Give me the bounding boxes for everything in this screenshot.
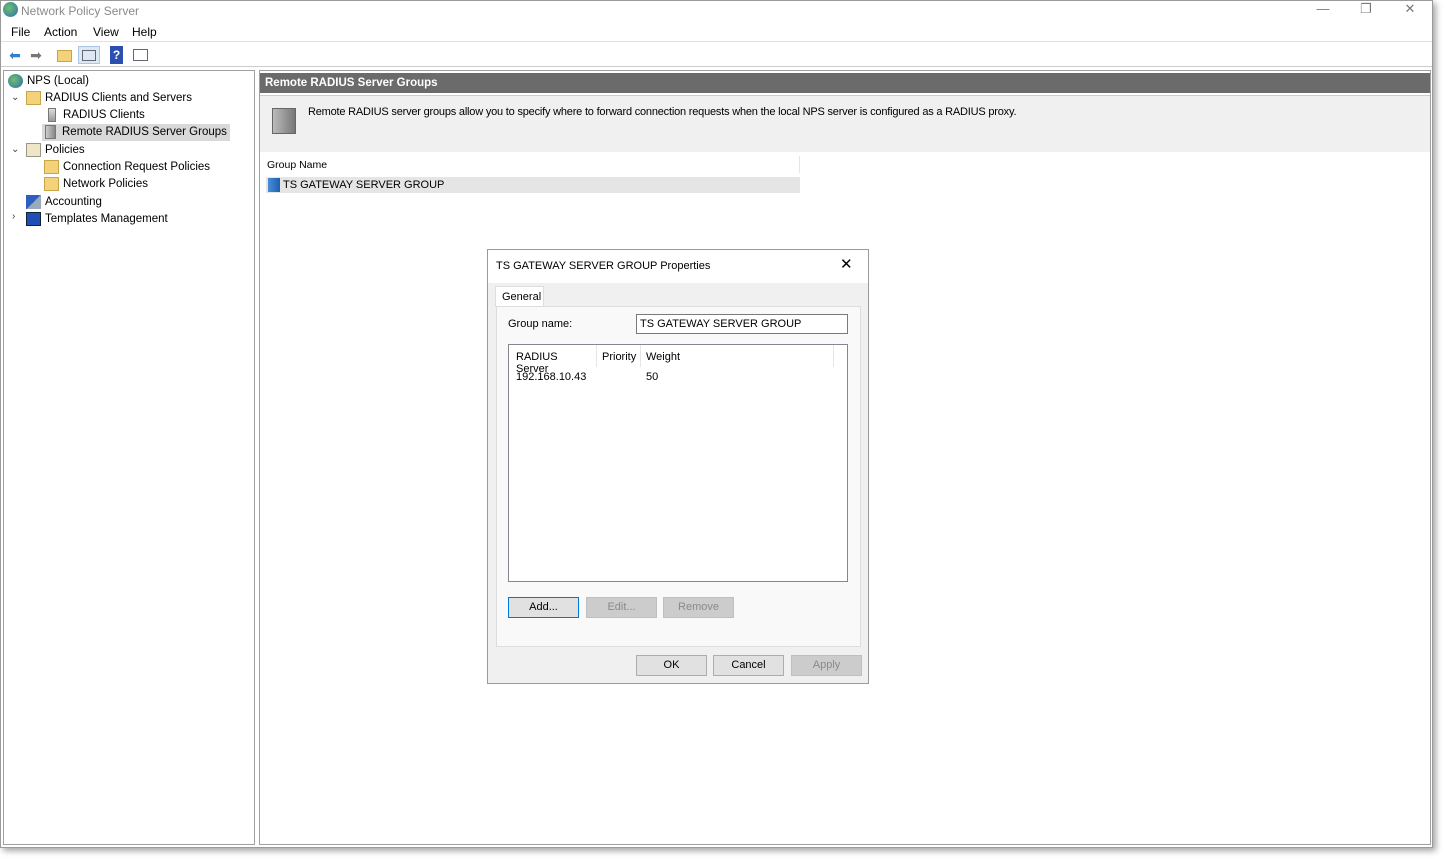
folder-icon <box>44 177 59 191</box>
back-icon[interactable]: ⬅ <box>6 46 24 64</box>
chevron-down-icon[interactable]: ⌄ <box>11 144 21 155</box>
policy-icon <box>26 143 41 157</box>
tree-item-label: Policies <box>45 144 85 156</box>
radius-server-list[interactable]: RADIUS Server Priority Weight 192.168.10… <box>508 344 848 582</box>
tab-panel: Group name: RADIUS Server Priority Weigh… <box>496 306 861 647</box>
dialog-close-button[interactable]: ✕ <box>840 255 853 273</box>
server-group-icon <box>45 125 56 139</box>
column-header-group-name[interactable]: Group Name <box>260 156 800 173</box>
tree-item-accounting[interactable]: Accounting <box>25 194 105 211</box>
tree-item-label: Templates Management <box>45 213 168 225</box>
column-radius-server[interactable]: RADIUS Server <box>509 345 597 375</box>
tree-item-label: Connection Request Policies <box>63 161 211 173</box>
folder-up-icon[interactable] <box>57 50 72 62</box>
menu-action[interactable]: Action <box>44 25 77 39</box>
minimize-button[interactable]: — <box>1301 1 1345 19</box>
server-group-icon <box>268 178 280 192</box>
close-button[interactable]: ✕ <box>1388 1 1432 19</box>
action-pane-icon[interactable] <box>131 46 149 64</box>
tree-item-label: Accounting <box>45 196 102 208</box>
group-name-label: Group name: <box>508 318 573 330</box>
window-title: Network Policy Server <box>21 4 140 18</box>
tab-general[interactable]: General <box>495 286 544 307</box>
tree-item-remote-radius-server-groups[interactable]: Remote RADIUS Server Groups <box>42 124 230 141</box>
menu-view[interactable]: View <box>93 25 119 39</box>
restore-button[interactable]: ❐ <box>1344 1 1388 19</box>
tree-item-templates-management[interactable]: Templates Management <box>25 211 171 228</box>
tree-item-radius-clients-and-servers[interactable]: RADIUS Clients and Servers <box>25 90 195 107</box>
dialog-titlebar: TS GATEWAY SERVER GROUP Properties ✕ <box>488 250 868 283</box>
column-weight[interactable]: Weight <box>641 345 834 367</box>
tree-item-policies[interactable]: Policies <box>25 142 88 159</box>
tree-item-label: RADIUS Clients <box>63 109 145 121</box>
group-name-input[interactable] <box>636 314 848 334</box>
add-button[interactable]: Add... <box>508 597 579 618</box>
chevron-right-icon[interactable]: › <box>12 211 22 222</box>
help-icon[interactable]: ? <box>110 46 123 64</box>
weight-cell: 50 <box>646 371 659 383</box>
ok-button[interactable]: OK <box>636 655 707 676</box>
tree-item-connection-request-policies[interactable]: Connection Request Policies <box>43 159 213 176</box>
tree-item-label: RADIUS Clients and Servers <box>45 92 192 104</box>
server-group-icon <box>272 108 296 134</box>
properties-dialog: TS GATEWAY SERVER GROUP Properties ✕ Gen… <box>487 249 869 684</box>
edit-button[interactable]: Edit... <box>586 597 657 618</box>
remove-button[interactable]: Remove <box>663 597 734 618</box>
accounting-icon <box>26 195 41 209</box>
server-cell[interactable]: 192.168.10.43 <box>516 371 586 383</box>
tree-item-nps-local[interactable]: NPS (Local) <box>7 73 92 90</box>
chevron-down-icon[interactable]: ⌄ <box>11 92 21 103</box>
group-name-cell: TS GATEWAY SERVER GROUP <box>283 179 445 191</box>
folder-icon <box>44 160 59 174</box>
globe-icon <box>8 74 23 88</box>
tree-item-radius-clients[interactable]: RADIUS Clients <box>43 107 148 124</box>
console-tree-icon[interactable] <box>78 46 100 64</box>
tree-item-label: Network Policies <box>63 178 148 190</box>
pane-header: Remote RADIUS Server Groups <box>260 73 1430 93</box>
nps-app-icon <box>3 2 18 17</box>
console-tree: NPS (Local) ⌄ RADIUS Clients and Servers… <box>3 70 255 845</box>
apply-button[interactable]: Apply <box>791 655 862 676</box>
list-row[interactable]: TS GATEWAY SERVER GROUP <box>266 177 800 193</box>
tree-item-label: Remote RADIUS Server Groups <box>62 126 227 138</box>
server-icon <box>48 108 56 122</box>
cancel-button[interactable]: Cancel <box>713 655 784 676</box>
description-text: Remote RADIUS server groups allow you to… <box>308 106 1017 118</box>
templates-icon <box>26 212 41 226</box>
menu-help[interactable]: Help <box>132 25 157 39</box>
dialog-title: TS GATEWAY SERVER GROUP Properties <box>496 260 711 272</box>
tree-item-network-policies[interactable]: Network Policies <box>43 176 151 193</box>
column-priority[interactable]: Priority <box>597 345 641 367</box>
tree-item-label: NPS (Local) <box>27 75 89 87</box>
folder-icon <box>26 91 41 105</box>
description-panel: Remote RADIUS server groups allow you to… <box>260 95 1430 152</box>
menu-file[interactable]: File <box>11 25 30 39</box>
forward-icon[interactable]: ➡ <box>27 46 45 64</box>
